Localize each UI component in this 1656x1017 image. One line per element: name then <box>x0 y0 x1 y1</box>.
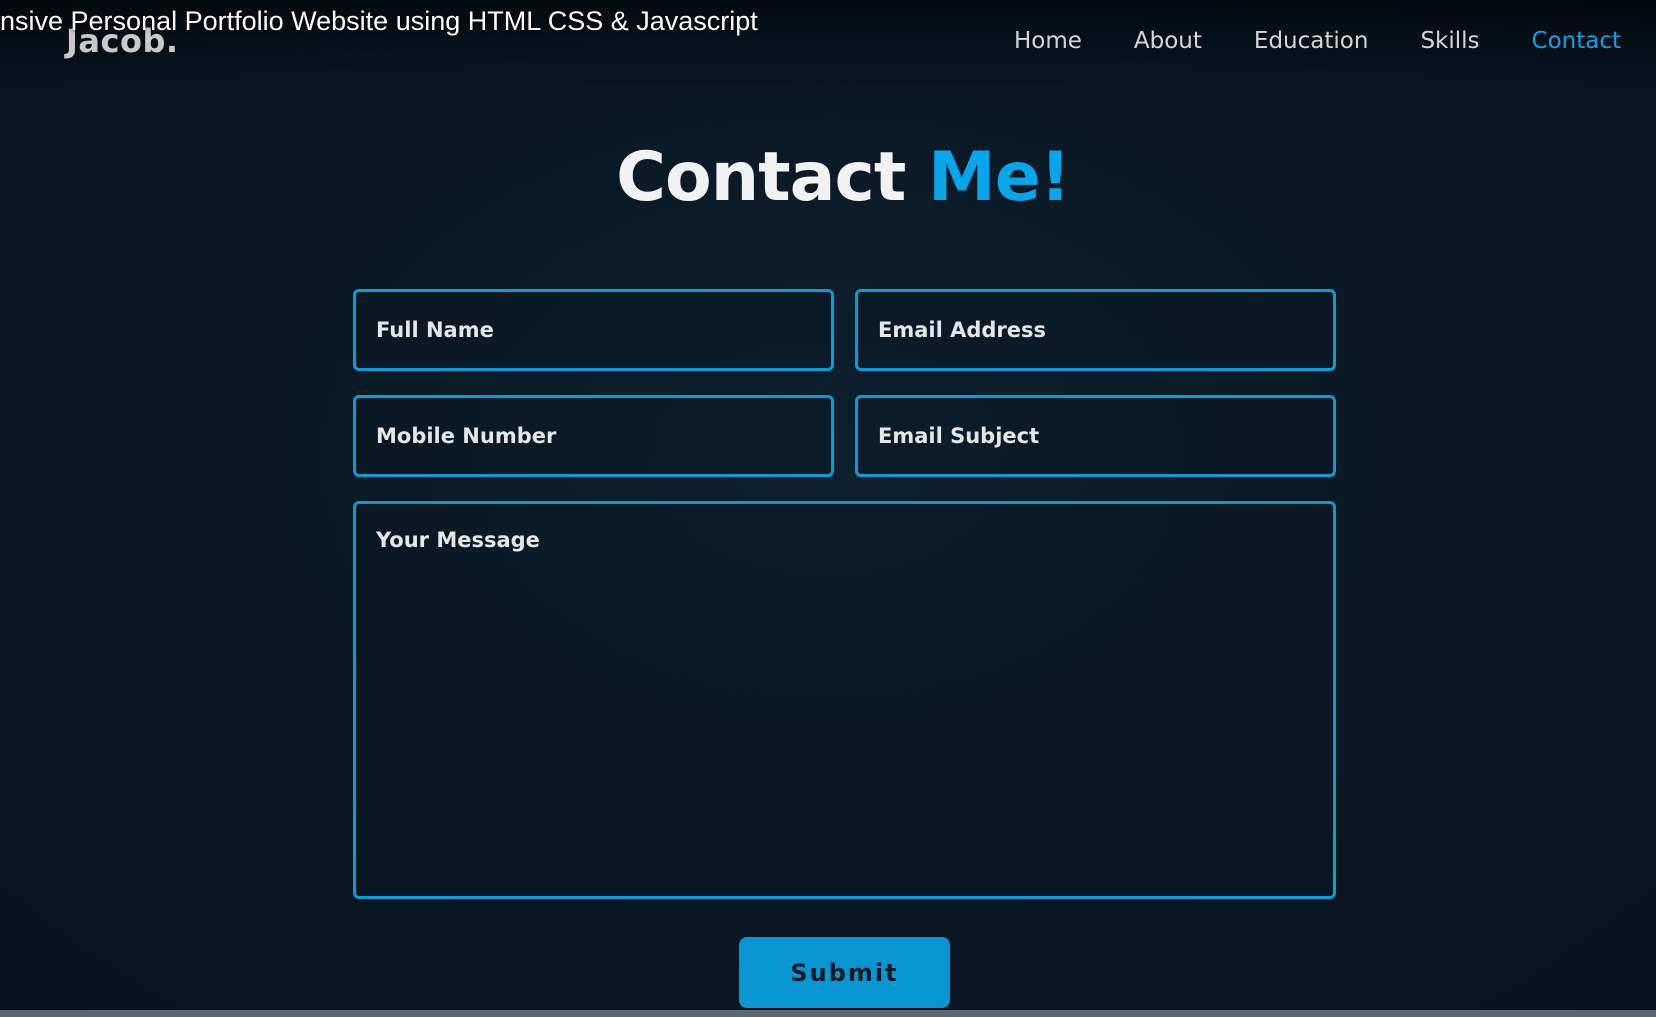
video-title: nsive Personal Portfolio Website using H… <box>0 6 758 36</box>
nav-item-education[interactable]: Education <box>1254 28 1369 54</box>
contact-heading-accent: Me! <box>928 138 1071 217</box>
nav-item-home[interactable]: Home <box>1014 28 1082 54</box>
email-subject-input[interactable] <box>855 395 1336 477</box>
contact-heading: Contact Me! <box>0 138 1656 217</box>
message-textarea[interactable] <box>353 501 1336 899</box>
nav-item-about[interactable]: About <box>1134 28 1202 54</box>
nav-item-skills[interactable]: Skills <box>1420 28 1479 54</box>
contact-heading-main: Contact <box>616 138 929 217</box>
submit-button[interactable]: Submit <box>739 937 950 1008</box>
full-name-input[interactable] <box>353 289 834 371</box>
email-address-input[interactable] <box>855 289 1336 371</box>
mobile-number-input[interactable] <box>353 395 834 477</box>
main-nav: Home About Education Skills Contact <box>1014 28 1621 54</box>
video-progress-bar[interactable] <box>0 1010 1656 1017</box>
nav-item-contact[interactable]: Contact <box>1532 28 1621 54</box>
